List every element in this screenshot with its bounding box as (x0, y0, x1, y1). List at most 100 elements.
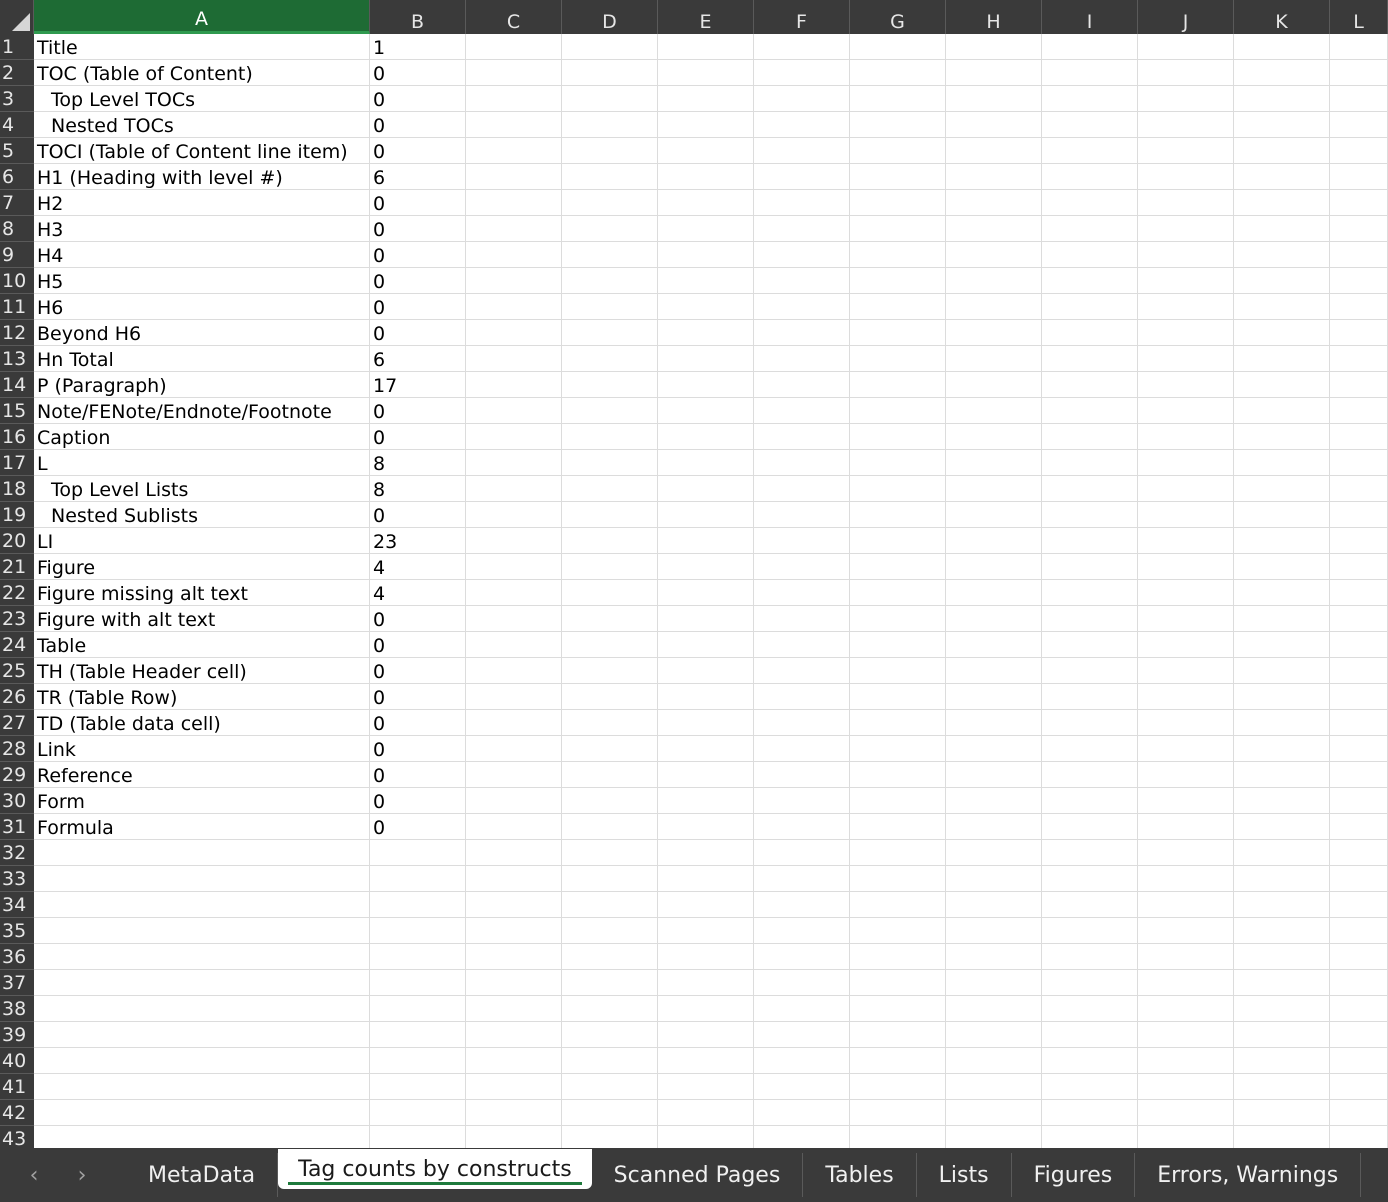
cell-d[interactable] (562, 372, 658, 398)
cell-b[interactable]: 6 (370, 164, 466, 190)
cell-k[interactable] (1234, 970, 1330, 996)
cell-e[interactable] (658, 554, 754, 580)
cell-j[interactable] (1138, 554, 1234, 580)
cell-k[interactable] (1234, 632, 1330, 658)
cell-c[interactable] (466, 60, 562, 86)
cell-f[interactable] (754, 996, 850, 1022)
cell-j[interactable] (1138, 112, 1234, 138)
cell-j[interactable] (1138, 996, 1234, 1022)
cell-d[interactable] (562, 320, 658, 346)
row-header[interactable]: 38 (0, 996, 34, 1022)
cell-l[interactable] (1330, 918, 1388, 944)
cell-a[interactable] (34, 840, 370, 866)
cell-h[interactable] (946, 788, 1042, 814)
cell-j[interactable] (1138, 632, 1234, 658)
cell-h[interactable] (946, 632, 1042, 658)
cell-c[interactable] (466, 918, 562, 944)
cell-b[interactable]: 8 (370, 450, 466, 476)
row-header[interactable]: 22 (0, 580, 34, 606)
cell-h[interactable] (946, 476, 1042, 502)
row-header[interactable]: 24 (0, 632, 34, 658)
cell-b[interactable]: 0 (370, 60, 466, 86)
cell-b[interactable] (370, 840, 466, 866)
cell-i[interactable] (1042, 554, 1138, 580)
cell-e[interactable] (658, 840, 754, 866)
cell-b[interactable] (370, 866, 466, 892)
cell-k[interactable] (1234, 450, 1330, 476)
cell-d[interactable] (562, 1100, 658, 1126)
cell-h[interactable] (946, 580, 1042, 606)
cell-j[interactable] (1138, 1048, 1234, 1074)
row-header[interactable]: 41 (0, 1074, 34, 1100)
cell-i[interactable] (1042, 190, 1138, 216)
cell-f[interactable] (754, 60, 850, 86)
cell-g[interactable] (850, 320, 946, 346)
row-header[interactable]: 43 (0, 1126, 34, 1148)
cell-g[interactable] (850, 762, 946, 788)
cell-d[interactable] (562, 762, 658, 788)
cell-j[interactable] (1138, 60, 1234, 86)
cell-h[interactable] (946, 216, 1042, 242)
cell-h[interactable] (946, 268, 1042, 294)
cell-h[interactable] (946, 528, 1042, 554)
cell-d[interactable] (562, 580, 658, 606)
cell-l[interactable] (1330, 554, 1388, 580)
cell-f[interactable] (754, 814, 850, 840)
cell-l[interactable] (1330, 242, 1388, 268)
cell-j[interactable] (1138, 866, 1234, 892)
sheet-tab[interactable]: MetaData (126, 1153, 279, 1197)
cell-l[interactable] (1330, 86, 1388, 112)
cell-d[interactable] (562, 944, 658, 970)
cell-d[interactable] (562, 1074, 658, 1100)
cell-a[interactable] (34, 1022, 370, 1048)
cell-h[interactable] (946, 1022, 1042, 1048)
cell-g[interactable] (850, 476, 946, 502)
column-header-d[interactable]: D (562, 0, 658, 34)
cell-c[interactable] (466, 476, 562, 502)
cell-j[interactable] (1138, 138, 1234, 164)
cell-i[interactable] (1042, 346, 1138, 372)
cell-b[interactable]: 0 (370, 216, 466, 242)
cell-h[interactable] (946, 1074, 1042, 1100)
cell-a[interactable]: Nested Sublists (34, 502, 370, 528)
row-header[interactable]: 30 (0, 788, 34, 814)
cell-g[interactable] (850, 970, 946, 996)
column-header-g[interactable]: G (850, 0, 946, 34)
cell-c[interactable] (466, 216, 562, 242)
cell-l[interactable] (1330, 294, 1388, 320)
cell-b[interactable]: 0 (370, 242, 466, 268)
cell-i[interactable] (1042, 1074, 1138, 1100)
cell-b[interactable]: 0 (370, 398, 466, 424)
cell-k[interactable] (1234, 528, 1330, 554)
cell-h[interactable] (946, 112, 1042, 138)
cell-f[interactable] (754, 710, 850, 736)
cell-i[interactable] (1042, 762, 1138, 788)
cell-k[interactable] (1234, 710, 1330, 736)
cell-e[interactable] (658, 918, 754, 944)
cell-k[interactable] (1234, 268, 1330, 294)
cell-d[interactable] (562, 346, 658, 372)
cell-c[interactable] (466, 346, 562, 372)
cell-j[interactable] (1138, 372, 1234, 398)
cell-b[interactable]: 1 (370, 34, 466, 60)
cell-i[interactable] (1042, 866, 1138, 892)
cell-a[interactable] (34, 1048, 370, 1074)
cell-k[interactable] (1234, 34, 1330, 60)
cell-a[interactable]: Note/FENote/Endnote/Footnote (34, 398, 370, 424)
cell-b[interactable] (370, 970, 466, 996)
cell-g[interactable] (850, 996, 946, 1022)
cell-b[interactable] (370, 996, 466, 1022)
row-header[interactable]: 11 (0, 294, 34, 320)
cell-j[interactable] (1138, 346, 1234, 372)
cell-k[interactable] (1234, 398, 1330, 424)
cell-g[interactable] (850, 398, 946, 424)
cell-i[interactable] (1042, 528, 1138, 554)
row-header[interactable]: 15 (0, 398, 34, 424)
cell-e[interactable] (658, 138, 754, 164)
cell-a[interactable]: TR (Table Row) (34, 684, 370, 710)
cell-k[interactable] (1234, 918, 1330, 944)
cell-l[interactable] (1330, 216, 1388, 242)
row-header[interactable]: 36 (0, 944, 34, 970)
cell-b[interactable]: 0 (370, 762, 466, 788)
cell-f[interactable] (754, 112, 850, 138)
